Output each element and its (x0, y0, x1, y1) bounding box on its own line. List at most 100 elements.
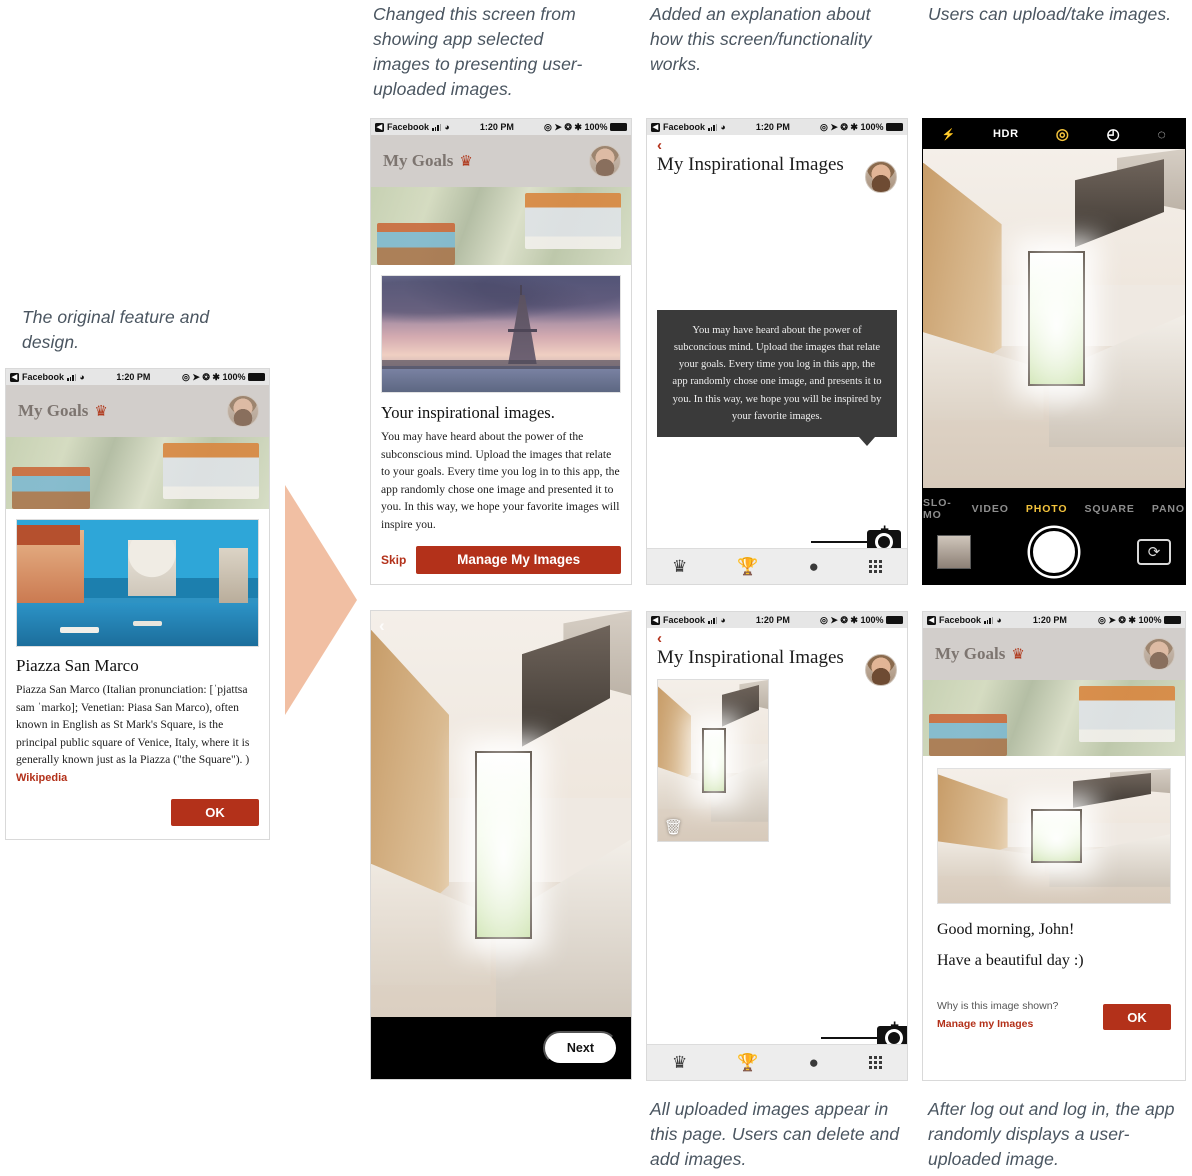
mode-photo[interactable]: PHOTO (1026, 503, 1068, 515)
status-back-icon: ◀ (651, 122, 660, 132)
timer-icon[interactable]: ◴ (1107, 125, 1121, 143)
goal-card-thumb (163, 443, 259, 499)
status-bar: ◀ Facebook ◕ 1:20 PM ◎ ➤ ❂ ✱ 100% (647, 119, 907, 135)
my-goals-background (923, 680, 1185, 756)
nav-bar: ‹ My Inspirational Images (647, 628, 907, 686)
ok-button[interactable]: OK (171, 798, 259, 826)
uploaded-image-thumbnail[interactable]: 🗑 (657, 679, 769, 842)
alarm-icon: ◎ (819, 614, 828, 625)
crown-icon: ♛ (459, 152, 473, 170)
tab-trophy-icon[interactable]: 🏆 (737, 1054, 758, 1071)
hdr-label[interactable]: HDR (993, 128, 1019, 140)
location-icon: ➤ (554, 121, 562, 132)
my-goals-title: My Goals (18, 401, 89, 420)
back-button[interactable]: ‹ (379, 617, 385, 634)
camera-viewfinder[interactable] (923, 149, 1185, 488)
rotation-lock-icon: ❂ (840, 614, 848, 625)
venice-modal: Piazza San Marco Piazza San Marco (Itali… (6, 509, 269, 839)
preview-image (371, 611, 631, 1079)
status-time: 1:20 PM (479, 122, 514, 132)
phone-screen-inspirational-intro: ◀ Facebook ◕ 1:20 PM ◎ ➤ ❂ ✱ 100% My Goa… (370, 118, 632, 585)
avatar[interactable] (227, 395, 259, 427)
my-goals-background (6, 437, 269, 509)
battery-percent: 100% (222, 372, 246, 382)
crown-icon: ♛ (94, 402, 108, 420)
delete-image-icon[interactable]: 🗑 (664, 820, 683, 835)
bluetooth-icon: ✱ (212, 371, 220, 382)
bluetooth-icon: ✱ (850, 614, 858, 625)
phone-screen-my-images-empty: ◀ Facebook ◕ 1:20 PM ◎ ➤ ❂ ✱ 100% ‹ My I… (646, 118, 908, 585)
alarm-icon: ◎ (181, 371, 190, 382)
annotation-added-explanation: Added an explanation about how this scre… (650, 4, 872, 74)
tab-book-icon[interactable]: ● (809, 1054, 819, 1071)
live-photo-icon[interactable]: ◎ (1056, 125, 1070, 143)
wikipedia-link[interactable]: Wikipedia (16, 772, 67, 784)
cellular-signal-icon (984, 616, 994, 624)
battery-percent: 100% (860, 615, 884, 625)
battery-icon (1164, 616, 1181, 624)
annotation-after-login: After log out and log in, the app random… (928, 1099, 1175, 1169)
bluetooth-icon: ✱ (574, 121, 582, 132)
greeting-modal: Good morning, John! Have a beautiful day… (923, 756, 1185, 1080)
ok-button[interactable]: OK (1103, 1004, 1171, 1030)
annotation-all-uploaded: All uploaded images appear in this page.… (650, 1099, 900, 1169)
mode-video[interactable]: VIDEO (972, 503, 1009, 515)
skip-button[interactable]: Skip (381, 553, 406, 567)
battery-percent: 100% (1138, 615, 1162, 625)
goal-card-thumb (1079, 686, 1175, 742)
rotation-lock-icon: ❂ (1118, 614, 1126, 625)
goal-card-thumb (929, 714, 1007, 756)
pointer-line (821, 1036, 883, 1039)
status-time: 1:20 PM (755, 615, 790, 625)
status-carrier: Facebook (939, 615, 982, 625)
mode-pano[interactable]: PANO (1152, 503, 1185, 515)
annotation-changed-screen: Changed this screen from showing app sel… (373, 4, 583, 99)
mode-slo-mo[interactable]: SLO-MO (923, 497, 955, 521)
tab-grid-icon[interactable] (868, 560, 882, 573)
back-button[interactable]: ‹ (657, 138, 897, 153)
tab-crown-icon[interactable]: ♛ (672, 1054, 687, 1071)
mode-square[interactable]: SQUARE (1085, 503, 1135, 515)
avatar[interactable] (589, 145, 621, 177)
cellular-signal-icon (708, 616, 718, 624)
status-carrier: Facebook (663, 122, 706, 132)
tab-crown-icon[interactable]: ♛ (672, 558, 687, 575)
shutter-button[interactable] (1030, 528, 1078, 576)
manage-my-images-button[interactable]: Manage My Images (416, 545, 621, 574)
next-button[interactable]: Next (542, 1031, 618, 1065)
back-button[interactable]: ‹ (657, 631, 897, 646)
status-back-icon: ◀ (375, 122, 384, 132)
my-goals-header: My Goals ♛ (6, 385, 269, 437)
battery-percent: 100% (584, 122, 608, 132)
inspirational-heading: Your inspirational images. (381, 403, 555, 422)
manage-my-images-link[interactable]: Manage my Images (937, 1018, 1058, 1030)
venice-body: Piazza San Marco (Italian pronunciation:… (16, 683, 250, 785)
tab-bar: ♛ 🏆 ● (647, 548, 907, 584)
camera-mode-selector[interactable]: SLO-MO VIDEO PHOTO SQUARE PANO (923, 493, 1185, 528)
eiffel-tower-photo (381, 275, 621, 393)
tab-trophy-icon[interactable]: 🏆 (737, 558, 758, 575)
avatar[interactable] (1143, 638, 1175, 670)
status-back-icon: ◀ (927, 615, 936, 625)
flash-icon[interactable]: ⚡ (942, 128, 956, 141)
tab-book-icon[interactable]: ● (809, 558, 819, 575)
my-goals-header: My Goals ♛ (923, 628, 1185, 680)
rotation-lock-icon: ❂ (564, 121, 572, 132)
tab-grid-icon[interactable] (868, 1056, 882, 1069)
tab-bar: ♛ 🏆 ● (647, 1044, 907, 1080)
page-title: My Inspirational Images (657, 647, 844, 668)
venice-photo (16, 519, 259, 647)
flip-camera-icon[interactable] (1137, 539, 1171, 565)
location-icon: ➤ (830, 614, 838, 625)
annotation-original-feature: The original feature and design. (22, 307, 210, 352)
status-time: 1:20 PM (755, 122, 790, 132)
phone-screen-photo-preview: ‹ Next (370, 610, 632, 1080)
status-carrier: Facebook (663, 615, 706, 625)
goal-card-thumb (12, 467, 90, 509)
gallery-thumbnail[interactable] (937, 535, 971, 569)
battery-percent: 100% (860, 122, 884, 132)
bluetooth-icon: ✱ (850, 121, 858, 132)
my-goals-title: My Goals (383, 151, 454, 170)
filters-icon[interactable]: ◌ (1157, 126, 1166, 142)
status-bar: ◀ Facebook ◕ 1:20 PM ◎ ➤ ❂ ✱ 100% (923, 612, 1185, 628)
